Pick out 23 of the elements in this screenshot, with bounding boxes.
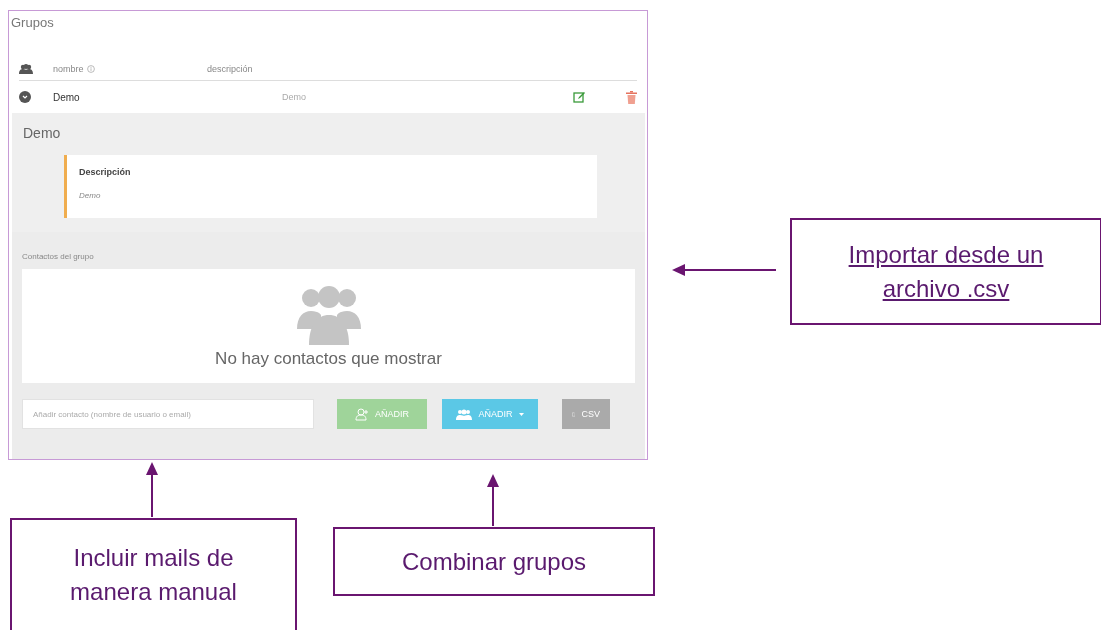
section-title: Grupos bbox=[11, 15, 54, 30]
empty-message: No hay contactos que mostrar bbox=[215, 349, 442, 369]
people-icon bbox=[296, 285, 361, 345]
edit-icon[interactable] bbox=[573, 91, 586, 103]
description-label: Descripción bbox=[79, 167, 131, 177]
caret-icon bbox=[518, 412, 524, 416]
csv-button[interactable]: CSV bbox=[562, 399, 610, 429]
callout-text: Incluir mails de manera manual bbox=[69, 543, 238, 607]
callout-link[interactable]: Importar desde un archivo .csv bbox=[812, 237, 1080, 306]
column-header[interactable]: nombre bbox=[53, 64, 84, 74]
detail-title: Demo bbox=[23, 125, 61, 141]
expand-toggle-icon[interactable] bbox=[19, 91, 31, 103]
callout-text: Combinar grupos bbox=[401, 546, 587, 577]
column-header[interactable]: descripción bbox=[207, 64, 253, 74]
info-icon bbox=[86, 65, 95, 73]
add-user-icon bbox=[355, 407, 369, 421]
trash-icon[interactable] bbox=[626, 90, 637, 104]
contacts-label: Contactos del grupo bbox=[22, 252, 94, 261]
group-name: Demo bbox=[53, 91, 81, 103]
add-contact-field[interactable]: Añadir contacto (nombre de usuario o email) bbox=[22, 399, 314, 429]
group-description: Demo bbox=[282, 92, 307, 102]
description-text: Demo bbox=[79, 191, 101, 200]
add-group-button[interactable]: AÑADIR bbox=[442, 399, 538, 429]
